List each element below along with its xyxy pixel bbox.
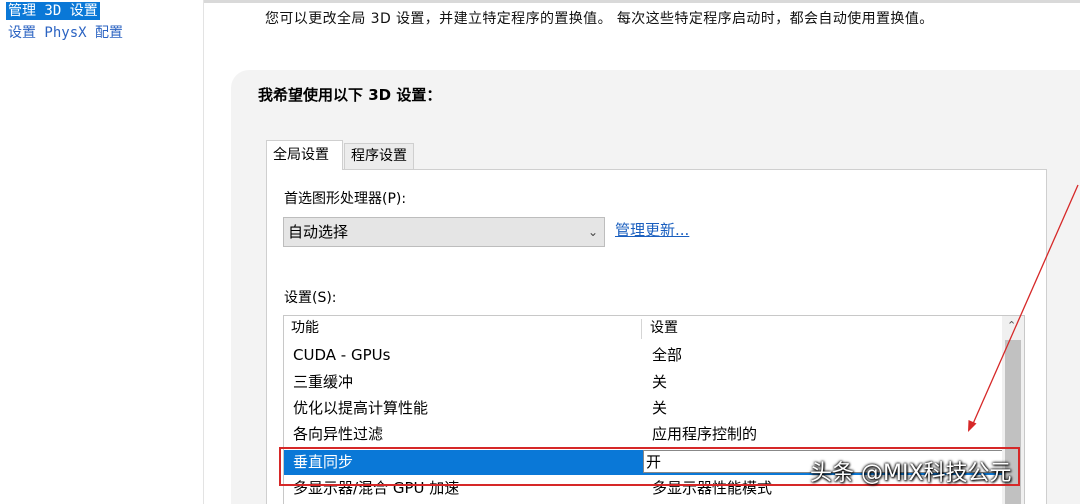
watermark: 头条 @MIX科技公元	[810, 461, 1012, 486]
tab-global-settings[interactable]: 全局设置	[266, 140, 343, 170]
annotation-arrow	[968, 184, 1079, 432]
